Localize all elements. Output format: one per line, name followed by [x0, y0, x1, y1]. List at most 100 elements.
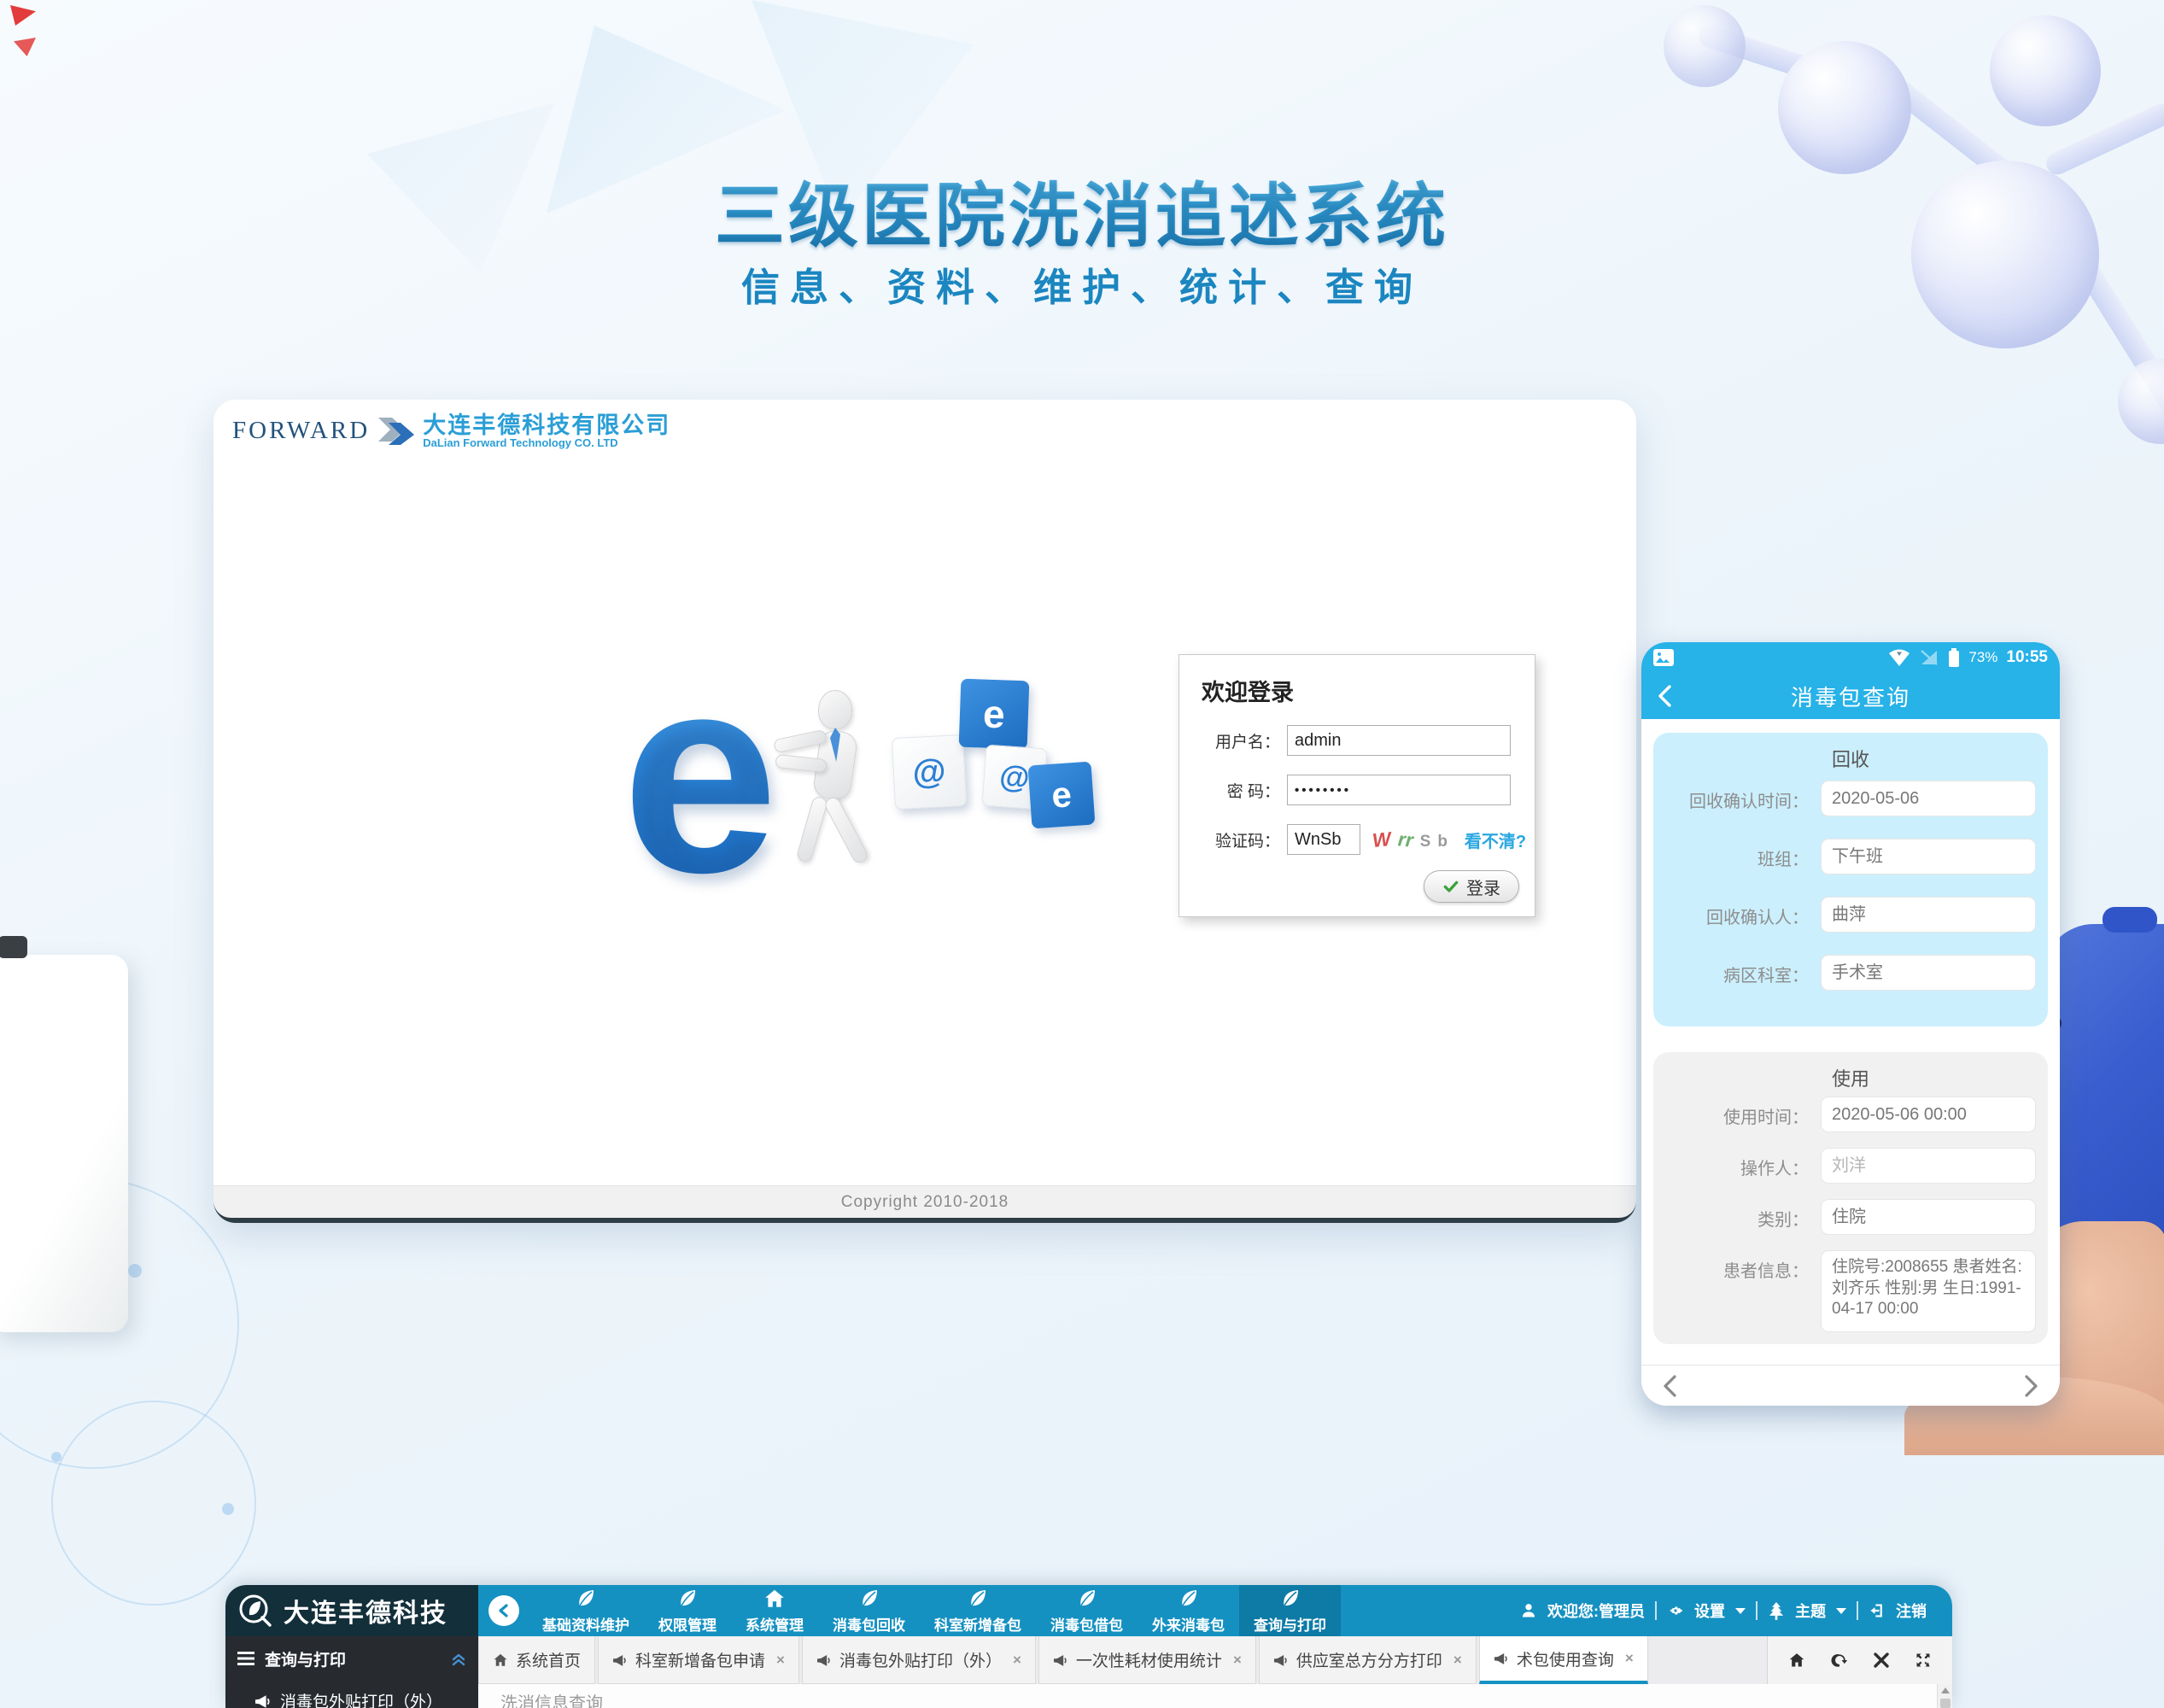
expand-icon[interactable] [1915, 1652, 1932, 1669]
menu-item-dept-new-package[interactable]: 科室新增备包 [920, 1585, 1036, 1636]
phone-page-title: 消毒包查询 [1791, 681, 1910, 712]
theme-label[interactable]: 主题 [1795, 1600, 1826, 1622]
ie-illustration: e @ e @ e [622, 675, 1091, 901]
check-icon [1442, 878, 1459, 895]
menu-item-basic-data[interactable]: 基础资料维护 [528, 1585, 644, 1636]
password-row: 密 码： [1179, 775, 1511, 805]
tab-surgical-package-query[interactable]: 术包使用查询 × [1479, 1636, 1648, 1684]
desktop-app-window: 大连丰德科技 基础资料维护 权限管理 系统管理 [225, 1585, 1952, 1708]
field-value[interactable]: 下午班 [1821, 839, 2036, 874]
tab-close-icon[interactable]: × [1013, 1652, 1021, 1669]
phone-bottom-nav [1641, 1365, 2060, 1406]
chevron-left-icon[interactable] [1658, 1373, 1681, 1399]
no-signal-icon [1919, 647, 1939, 668]
leaf-circle-icon [237, 1593, 273, 1629]
divider [1655, 1601, 1657, 1620]
blue-case-corner [2103, 907, 2157, 933]
gear-icon[interactable] [1667, 1602, 1684, 1619]
double-chevron-up-icon[interactable] [451, 1651, 466, 1666]
sidebar-group-query-print[interactable]: 查询与打印 [225, 1636, 478, 1681]
sidebar-item-print-external[interactable]: 消毒包外贴打印（外） [225, 1681, 478, 1708]
mannequin-leg [796, 795, 829, 863]
menu-item-external-package[interactable]: 外来消毒包 [1138, 1585, 1239, 1636]
scroll-up-arrow[interactable] [1941, 1688, 1950, 1693]
faint-dot [51, 1452, 61, 1462]
megaphone-icon [612, 1653, 628, 1667]
menubar-back-button[interactable] [488, 1595, 519, 1626]
field-label: 班组： [1653, 839, 1809, 870]
leaf-icon [858, 1588, 880, 1610]
field-value[interactable]: 住院 [1821, 1199, 2036, 1235]
field-value[interactable]: 曲萍 [1821, 897, 2036, 933]
tab-close-icon[interactable]: × [1625, 1650, 1634, 1667]
field-value[interactable]: 手术室 [1821, 955, 2036, 991]
scroll-thumb[interactable] [1940, 1699, 1951, 1708]
logo-company-name: 大连丰德科技有限公司 [423, 413, 670, 437]
home-icon[interactable] [1788, 1652, 1805, 1669]
menu-item-label: 科室新增备包 [934, 1613, 1021, 1635]
logout-label[interactable]: 注销 [1896, 1600, 1927, 1622]
settings-label[interactable]: 设置 [1694, 1600, 1725, 1622]
captcha-input[interactable] [1287, 824, 1360, 855]
captcha-char: rr [1397, 828, 1414, 851]
password-input[interactable] [1287, 775, 1511, 805]
ie-logo-e: e [622, 611, 779, 936]
close-icon[interactable] [1874, 1652, 1889, 1668]
field-value[interactable]: 刘洋 [1821, 1148, 2036, 1184]
field-value[interactable]: 2020-05-06 [1821, 781, 2036, 816]
tab-supply-room-print[interactable]: 供应室总方分方打印 × [1259, 1636, 1477, 1684]
vertical-scrollbar[interactable] [1937, 1684, 1952, 1708]
divider [1857, 1601, 1858, 1620]
field-label: 病区科室： [1653, 955, 1809, 986]
tab-close-icon[interactable]: × [776, 1652, 785, 1669]
chevron-down-icon[interactable] [1735, 1608, 1746, 1614]
chevron-down-icon[interactable] [1836, 1608, 1846, 1614]
captcha-refresh-link[interactable]: 看不清? [1465, 828, 1526, 852]
tab-dept-new-package-request[interactable]: 科室新增备包申请 × [598, 1636, 799, 1684]
menu-item-system[interactable]: 系统管理 [731, 1585, 818, 1636]
page-canvas: 三级医院洗消追述系统 信息、资料、维护、统计、查询 FORWARD 大连丰德科技… [0, 0, 2164, 1708]
megaphone-icon [1273, 1653, 1289, 1667]
leaf-icon [676, 1588, 699, 1610]
login-button[interactable]: 登录 [1424, 870, 1519, 903]
menu-item-label: 消毒包借包 [1050, 1613, 1123, 1635]
field-label: 回收确认时间： [1653, 781, 1809, 812]
logout-icon[interactable] [1869, 1602, 1886, 1619]
tab-label: 科室新增备包申请 [635, 1648, 765, 1671]
back-chevron-icon[interactable] [1653, 683, 1676, 709]
field-value[interactable]: 2020-05-06 00:00 [1821, 1097, 2036, 1132]
refresh-icon[interactable] [1831, 1652, 1848, 1669]
tab-disposable-usage-stats[interactable]: 一次性耗材使用统计 × [1038, 1636, 1256, 1684]
field-row: 操作人： 刘洋 [1653, 1148, 2039, 1184]
field-value[interactable]: 住院号:2008655 患者姓名:刘齐乐 性别:男 生日:1991-04-17 … [1821, 1250, 2036, 1332]
field-label: 患者信息： [1653, 1250, 1809, 1282]
menu-item-query-print[interactable]: 查询与打印 [1239, 1585, 1341, 1636]
tree-icon[interactable] [1768, 1601, 1785, 1620]
person-icon [1520, 1602, 1537, 1619]
tab-label: 消毒包外贴打印（外） [839, 1648, 1002, 1671]
hamburger-icon [237, 1652, 254, 1665]
molecule-sphere [1990, 15, 2101, 126]
home-icon [493, 1652, 508, 1668]
chevron-right-icon[interactable] [2021, 1373, 2043, 1399]
tab-close-icon[interactable]: × [1233, 1652, 1242, 1669]
battery-percent: 73% [1968, 649, 1997, 666]
welcome-user-text: 欢迎您:管理员 [1547, 1600, 1645, 1622]
captcha-image[interactable]: W rr S b [1372, 828, 1448, 851]
cube-e: e [1028, 762, 1096, 829]
username-input[interactable] [1287, 725, 1511, 756]
tab-close-icon[interactable]: × [1453, 1652, 1462, 1669]
menu-item-package-recycle[interactable]: 消毒包回收 [818, 1585, 920, 1636]
use-card: 使用 使用时间： 2020-05-06 00:00 操作人： 刘洋 类别： 住院… [1653, 1052, 2048, 1344]
tab-print-external[interactable]: 消毒包外贴打印（外） × [802, 1636, 1036, 1684]
logo-forward-text: FORWARD [232, 417, 370, 445]
tab-home[interactable]: 系统首页 [478, 1636, 595, 1684]
red-corner-mark [10, 5, 36, 26]
field-row: 患者信息： 住院号:2008655 患者姓名:刘齐乐 性别:男 生日:1991-… [1653, 1250, 2039, 1332]
menu-item-permissions[interactable]: 权限管理 [644, 1585, 731, 1636]
password-label: 密 码： [1179, 779, 1280, 802]
menu-item-package-borrow[interactable]: 消毒包借包 [1036, 1585, 1138, 1636]
page-subtitle: 信息、资料、维护、统计、查询 [0, 256, 2164, 312]
app-menubar: 基础资料维护 权限管理 系统管理 消毒包回收 科室新增备包 [478, 1585, 1952, 1636]
app-sidebar: 查询与打印 消毒包外贴打印（外） [225, 1636, 478, 1708]
